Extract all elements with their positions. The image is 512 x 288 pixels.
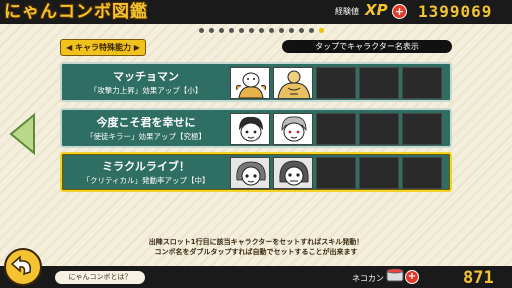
unit-slot[interactable]	[316, 157, 356, 189]
catfood-plus-button[interactable]: +	[405, 270, 419, 284]
xp-value: 1399069	[418, 2, 493, 21]
unit-slot[interactable]	[359, 67, 399, 99]
page-dot-active	[319, 28, 324, 33]
light-hair-character-icon	[274, 114, 312, 144]
combo-row[interactable]: マッチョマン 「攻撃力上昇」効果アップ【小】	[60, 62, 452, 102]
page-dot	[199, 28, 204, 33]
back-button[interactable]	[4, 248, 42, 286]
top-bar: にゃんコンボ図鑑 経験値 XP + 1399069	[0, 0, 512, 24]
combo-effect: 「クリティカル」発動率アップ【中】	[82, 176, 210, 185]
combo-slots	[230, 67, 442, 99]
page-indicator	[199, 28, 324, 34]
idol-character-icon	[231, 158, 269, 188]
tab-arrow-left-icon: ◀	[66, 43, 75, 52]
combo-slots	[230, 113, 442, 145]
combo-slots	[230, 157, 442, 189]
page-dot	[249, 28, 254, 33]
unit-slot[interactable]	[402, 67, 442, 99]
combo-name: マッチョマン	[113, 70, 179, 83]
combo-row-selected[interactable]: ミラクルライブ！ 「クリティカル」発動率アップ【中】	[60, 152, 452, 192]
tap-hint-button[interactable]: タップでキャラクター名表示	[282, 40, 452, 53]
tab-arrow-right-icon: ▶	[131, 43, 140, 52]
unit-slot[interactable]	[402, 157, 442, 189]
info-line-1: 出陣スロット1行目に該当キャラクターをセットすればスキル発動！	[148, 238, 364, 246]
tab-ability[interactable]: ◀ キャラ特殊能力 ▶	[60, 39, 146, 56]
back-arrow-icon	[10, 255, 32, 276]
muscle-cat-icon	[274, 68, 312, 98]
combo-effect: 「使徒キラー」効果アップ【究極】	[86, 132, 206, 141]
unit-slot[interactable]	[359, 113, 399, 145]
xp-small-label: 経験値	[335, 7, 359, 16]
page-dot	[269, 28, 274, 33]
idol-character-icon	[274, 158, 312, 188]
unit-slot[interactable]	[316, 67, 356, 99]
page-dot	[219, 28, 224, 33]
unit-slot[interactable]	[230, 113, 270, 145]
unit-slot[interactable]	[273, 67, 313, 99]
unit-slot[interactable]	[402, 113, 442, 145]
info-line-2: コンボ名をダブルタップすれば自動でセットすることが出来ます	[154, 248, 358, 256]
unit-slot[interactable]	[230, 67, 270, 99]
dark-hair-character-icon	[231, 114, 269, 144]
xp-plus-button[interactable]: +	[392, 4, 407, 19]
unit-slot[interactable]	[359, 157, 399, 189]
info-text: 出陣スロット1行目に該当キャラクターをセットすればスキル発動！ コンボ名をダブル…	[120, 237, 392, 257]
catfood-label: ネコカン	[352, 274, 384, 283]
unit-slot[interactable]	[316, 113, 356, 145]
help-button[interactable]: にゃんコンボとは？	[55, 271, 145, 284]
unit-slot[interactable]	[230, 157, 270, 189]
combo-row[interactable]: 今度こそ君を幸せに 「使徒キラー」効果アップ【究極】	[60, 108, 452, 148]
page-dot	[279, 28, 284, 33]
page-dot	[239, 28, 244, 33]
unit-slot[interactable]	[273, 157, 313, 189]
catfood-value: 871	[463, 268, 494, 288]
page-dot	[209, 28, 214, 33]
page-title: にゃんコンボ図鑑	[4, 2, 148, 22]
macho-cat-icon	[231, 68, 269, 98]
page-dot	[229, 28, 234, 33]
page-dot	[309, 28, 314, 33]
left-arrow-icon	[9, 112, 35, 156]
combo-effect: 「攻撃力上昇」効果アップ【小】	[89, 86, 203, 95]
page-dot	[299, 28, 304, 33]
page-dot	[289, 28, 294, 33]
combo-name: 今度こそ君を幸せに	[96, 116, 196, 129]
tab-ability-label: キャラ特殊能力	[75, 43, 131, 52]
unit-slot[interactable]	[273, 113, 313, 145]
prev-page-button[interactable]	[8, 112, 38, 159]
page-dot	[259, 28, 264, 33]
xp-label: XP	[365, 1, 388, 19]
combo-name: ミラクルライブ！	[102, 160, 190, 173]
cat-food-can-icon	[386, 267, 404, 283]
